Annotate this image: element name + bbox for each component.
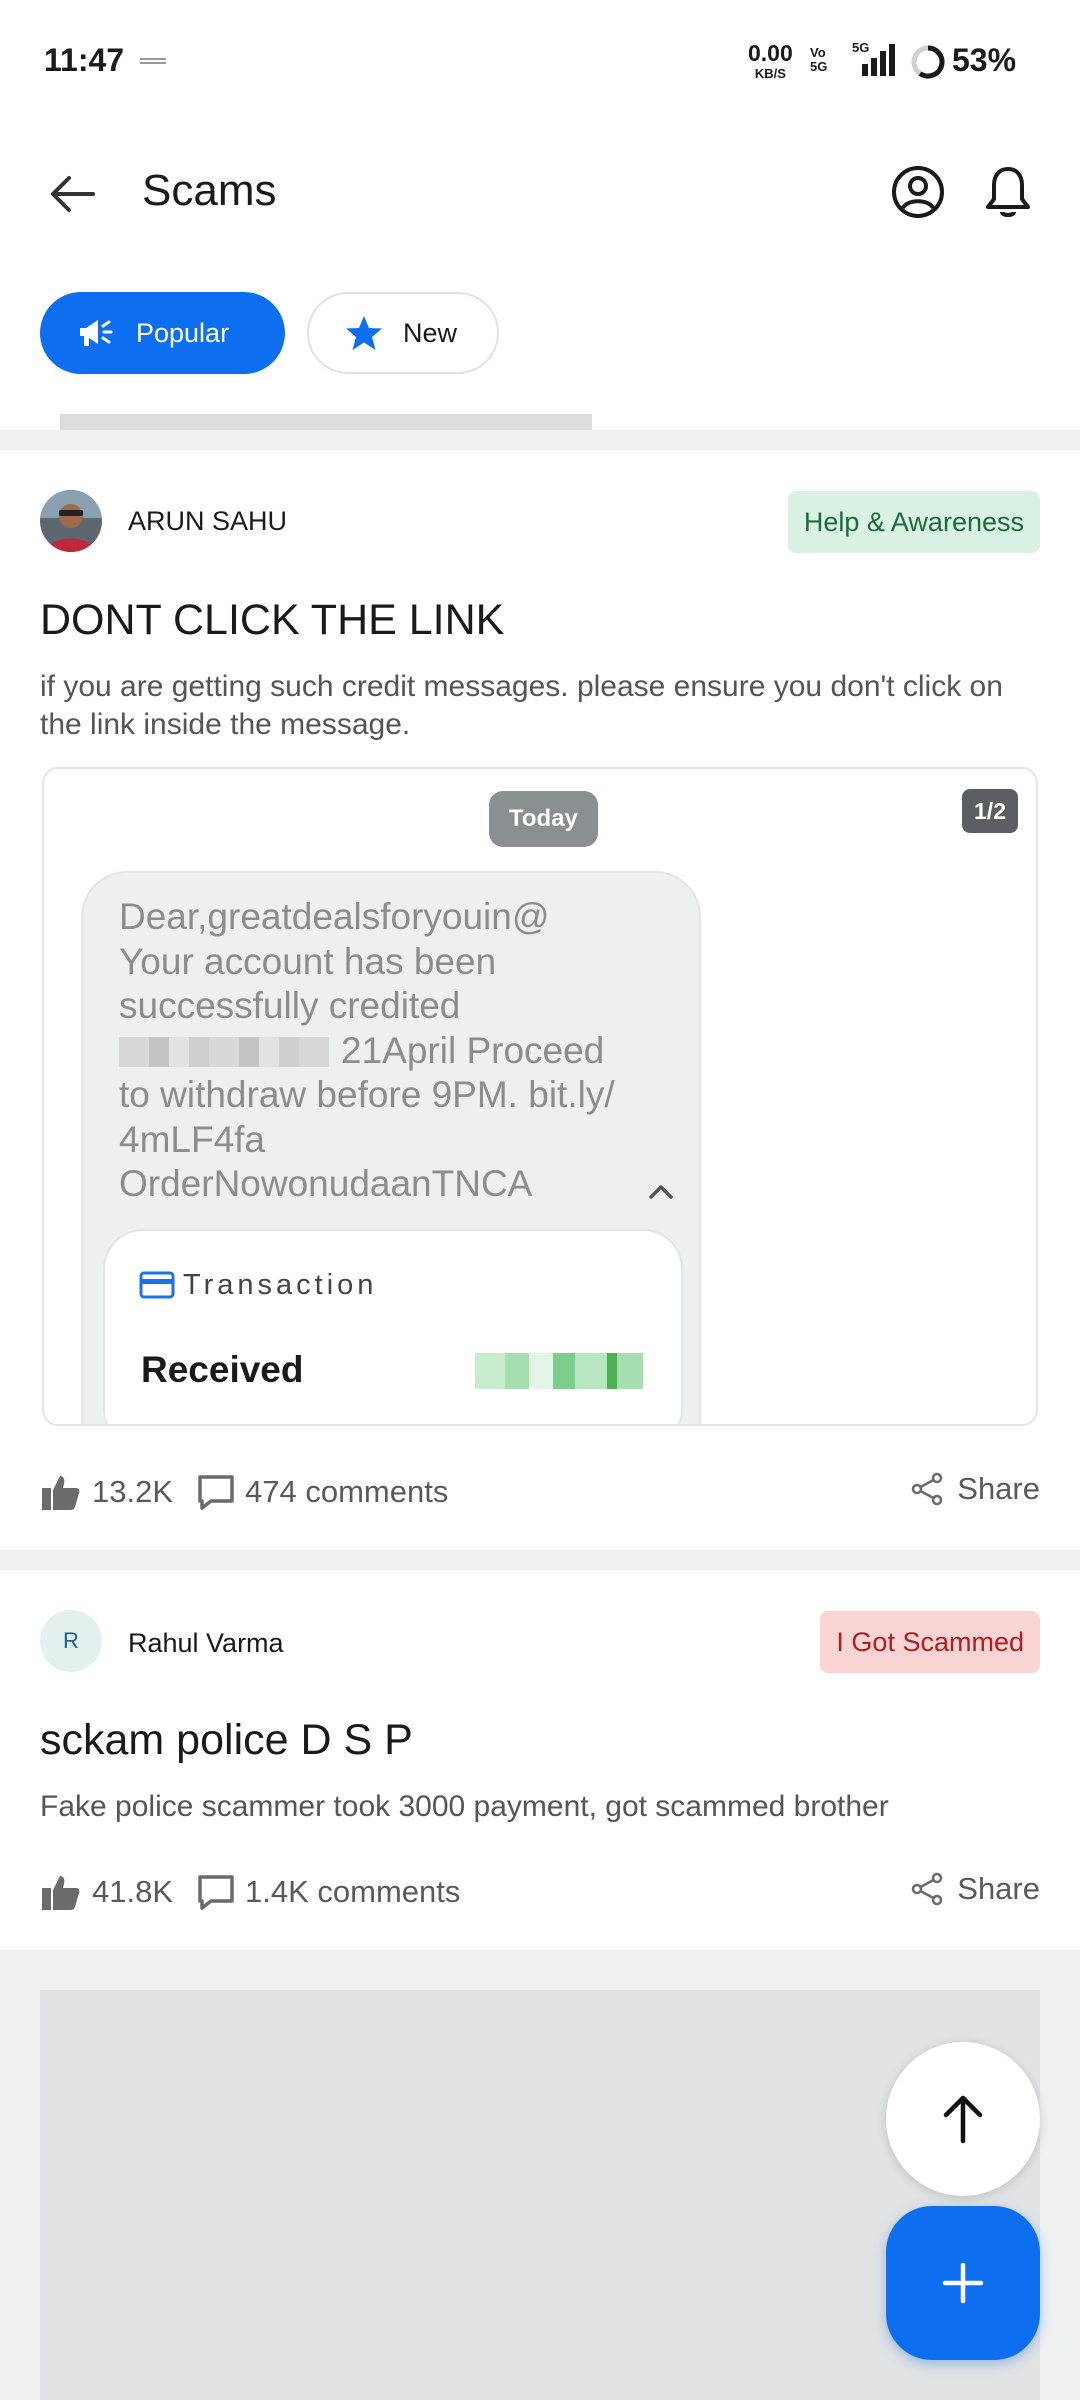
- loading-placeholder: [40, 1990, 1040, 2400]
- post-body: if you are getting such credit messages.…: [40, 670, 1003, 741]
- notifications-button[interactable]: [976, 160, 1040, 224]
- status-bar: 11:47 0.00 KB/S Vo 5G 5G 53%: [0, 0, 1080, 120]
- section-divider: [0, 430, 1080, 450]
- back-button[interactable]: [40, 162, 104, 226]
- carousel-scrollbar: [60, 414, 592, 430]
- user-circle-icon: [892, 166, 944, 218]
- notification-icon: [140, 58, 166, 66]
- comment-count: 474 comments: [245, 1474, 449, 1509]
- post-body: Fake police scammer took 3000 payment, g…: [40, 1790, 889, 1823]
- battery-percentage: 53%: [952, 42, 1017, 78]
- tab-label: Popular: [136, 317, 230, 348]
- comment-count: 1.4K comments: [245, 1874, 461, 1909]
- card-icon: [139, 1271, 175, 1299]
- signal-icon: [862, 44, 898, 81]
- filter-tabs: Popular New: [40, 292, 499, 374]
- tab-new[interactable]: New: [307, 292, 499, 374]
- transaction-label: Transaction: [183, 1269, 378, 1301]
- thumbs-up-icon: [42, 1476, 80, 1510]
- tab-popular[interactable]: Popular: [40, 292, 285, 374]
- share-icon: [912, 1472, 943, 1506]
- chevron-up-icon: [649, 1185, 673, 1199]
- comments-button[interactable]: 1.4K comments: [197, 1874, 460, 1910]
- share-button[interactable]: Share: [911, 1871, 1040, 1907]
- category-tag[interactable]: Help & Awareness: [787, 491, 1040, 553]
- post-title: DONT CLICK THE LINK: [40, 596, 505, 644]
- create-post-button[interactable]: [886, 2206, 1040, 2360]
- share-label: Share: [957, 1471, 1040, 1506]
- app-header: Scams: [0, 130, 1080, 250]
- page-title: Scams: [142, 166, 277, 215]
- post-actions: 41.8K 1.4K comments Share: [40, 1867, 1040, 1917]
- like-count: 41.8K: [92, 1874, 174, 1909]
- star-icon: [345, 313, 383, 353]
- thumbs-up-icon: [42, 1876, 80, 1910]
- comment-icon: [198, 1475, 234, 1510]
- like-button[interactable]: 13.2K: [40, 1472, 173, 1512]
- redacted-amount: [119, 1036, 329, 1067]
- section-divider: [0, 1550, 1080, 1570]
- share-label: Share: [957, 1871, 1040, 1906]
- share-icon: [912, 1872, 943, 1906]
- profile-button[interactable]: [886, 160, 950, 224]
- post-card[interactable]: ARUN SAHU Help & Awareness DONT CLICK TH…: [0, 450, 1080, 1550]
- post-image[interactable]: Today 1/2 Dear,greatdealsforyouin@ Your …: [42, 767, 1038, 1426]
- network-speed: 0.00 KB/S: [748, 40, 793, 81]
- share-button[interactable]: Share: [911, 1471, 1040, 1507]
- plus-icon: [942, 2262, 984, 2304]
- volte-indicator: Vo 5G: [810, 45, 828, 74]
- date-chip: Today: [489, 791, 598, 847]
- tab-label: New: [403, 317, 458, 348]
- status-time: 11:47: [44, 42, 125, 78]
- battery-icon: [910, 44, 946, 85]
- scroll-to-top-button[interactable]: [886, 2042, 1040, 2196]
- arrow-left-icon: [51, 176, 95, 212]
- redacted-amount: [475, 1353, 643, 1389]
- megaphone-icon: [76, 313, 116, 353]
- sms-bubble: Dear,greatdealsforyouin@ Your account ha…: [81, 871, 701, 1424]
- bell-icon: [986, 167, 1030, 217]
- like-button[interactable]: 41.8K: [40, 1872, 173, 1912]
- post-actions: 13.2K 474 comments Share: [40, 1467, 1040, 1517]
- received-label: Received: [141, 1349, 304, 1390]
- post-card[interactable]: R Rahul Varma I Got Scammed sckam police…: [0, 1570, 1080, 1950]
- category-tag[interactable]: I Got Scammed: [820, 1611, 1040, 1673]
- comment-icon: [198, 1875, 234, 1910]
- arrow-up-icon: [943, 2095, 983, 2144]
- comments-button[interactable]: 474 comments: [197, 1474, 448, 1510]
- avatar[interactable]: [40, 490, 102, 552]
- sms-text: Dear,greatdealsforyouin@ Your account ha…: [119, 896, 615, 1204]
- image-pager: 1/2: [962, 789, 1018, 833]
- post-author[interactable]: ARUN SAHU: [128, 506, 287, 537]
- post-author[interactable]: Rahul Varma: [128, 1628, 284, 1659]
- post-title: sckam police D S P: [40, 1716, 413, 1764]
- like-count: 13.2K: [92, 1474, 174, 1509]
- transaction-card: Transaction Received: [103, 1229, 683, 1424]
- avatar[interactable]: R: [40, 1610, 102, 1672]
